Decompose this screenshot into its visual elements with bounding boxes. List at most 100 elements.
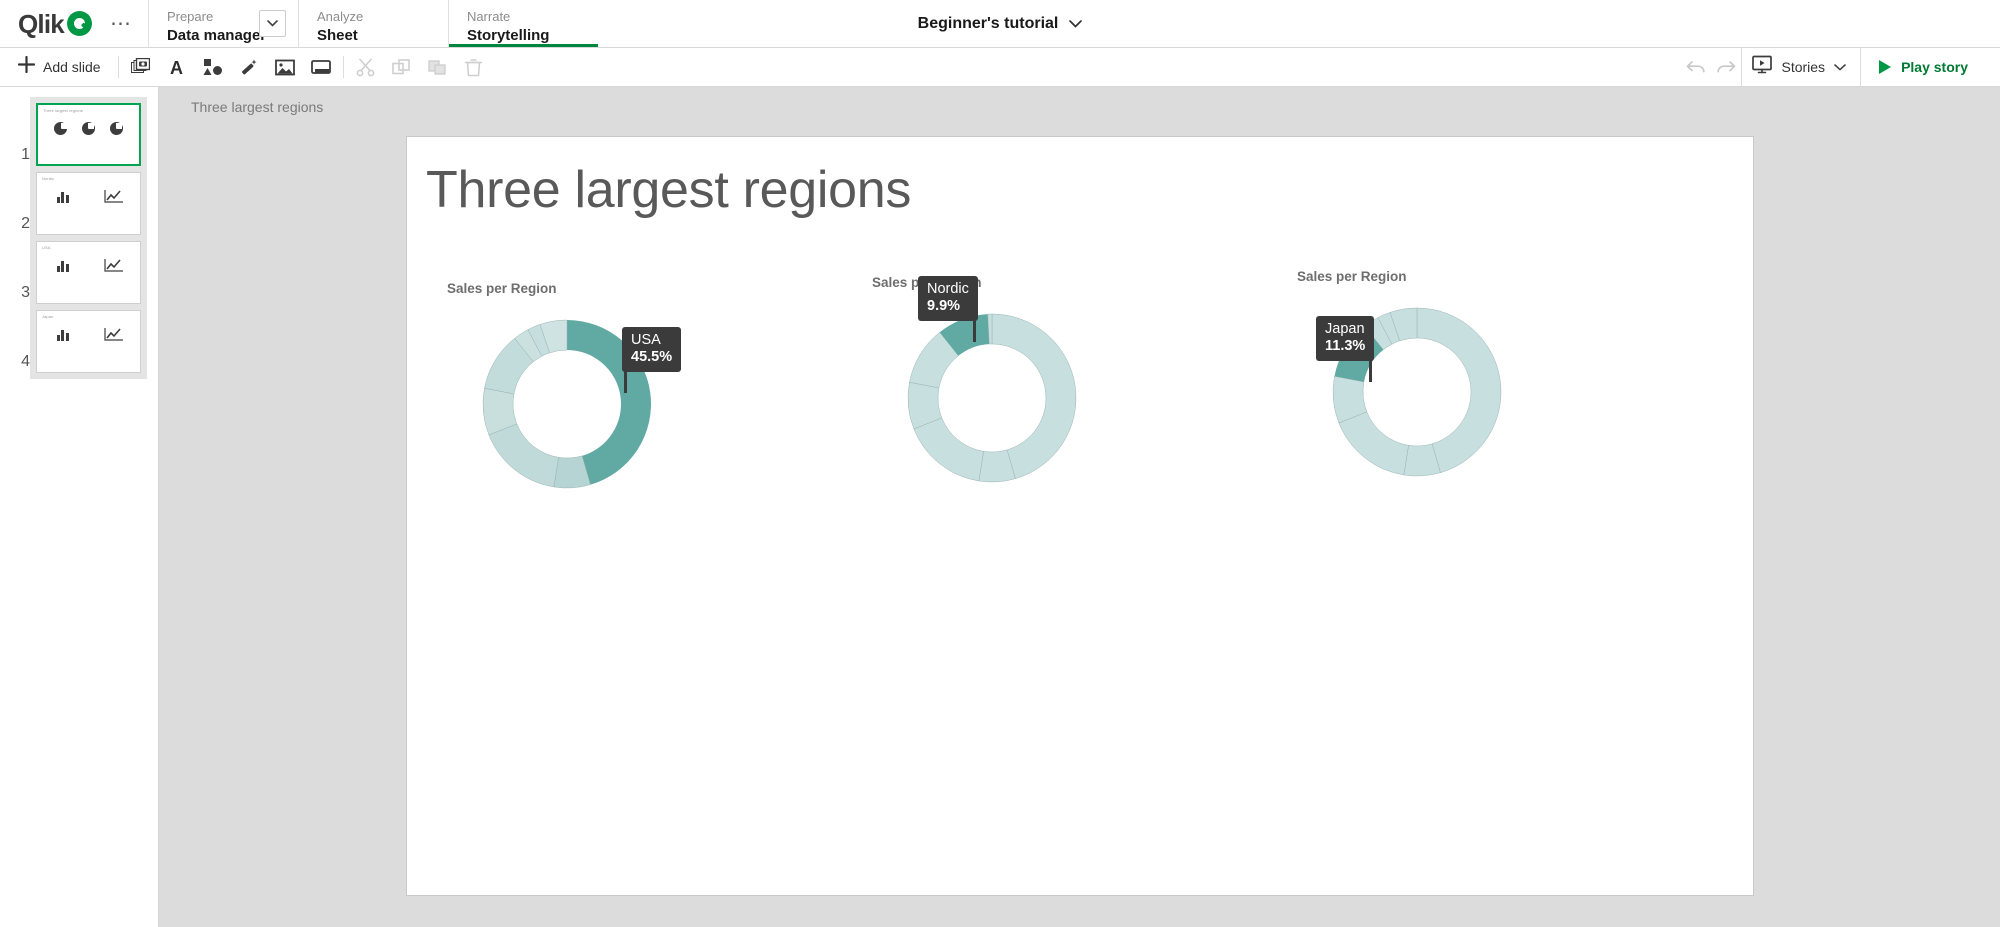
tooltip-japan: Japan 11.3% (1316, 316, 1375, 382)
plus-icon (17, 55, 36, 78)
tooltip-nordic: Nordic 9.9% (918, 276, 978, 342)
slide-number: 4 (21, 353, 30, 370)
nav-tab-analyze-kicker: Analyze (316, 9, 364, 24)
chevron-down-icon[interactable] (258, 10, 286, 37)
thumbnail-chart-row (37, 189, 140, 204)
slide-thumbnail[interactable]: Nordic (36, 172, 141, 235)
slide-thumbnail-title: USA (42, 245, 51, 250)
slide-list-item-2[interactable]: 2 Nordic (21, 172, 141, 235)
slide-thumbnail-title: Japan (42, 314, 54, 319)
toolbar-right-group: Stories Play story (1681, 47, 1986, 87)
page-title: Three largest regions (426, 161, 912, 219)
tooltip-stem (1369, 360, 1373, 382)
donut-chart-title: Sales per Region (1297, 269, 1407, 284)
insert-tools-group: A (128, 54, 334, 80)
tooltip-value: 9.9% (927, 298, 961, 314)
slide-canvas[interactable]: Three largest regions Sales per Region U… (406, 136, 1754, 896)
bar-chart-icon (37, 258, 89, 272)
app-title: Beginner's tutorial (917, 15, 1059, 32)
toolbar-divider (117, 56, 119, 78)
media-library-icon[interactable] (272, 54, 298, 80)
slide-thumbnail[interactable]: USA (36, 241, 141, 304)
ellipsis-icon[interactable]: ⋯ (104, 9, 138, 38)
stories-label: Stories (1781, 59, 1826, 75)
add-slide-button[interactable]: Add slide (10, 52, 109, 82)
donut-holder-usa: USA 45.5% (447, 304, 687, 504)
tooltip-label: Japan (1325, 321, 1365, 337)
tooltip-value: 45.5% (631, 349, 673, 365)
qlik-wordmark: Qlik (18, 8, 65, 39)
tooltip-label: Nordic (927, 281, 969, 297)
chevron-down-icon[interactable] (1834, 58, 1846, 76)
sheet-icon[interactable] (308, 54, 334, 80)
svg-text:A: A (170, 58, 183, 77)
chevron-down-icon[interactable] (1069, 15, 1083, 33)
donut-holder-japan: Japan 11.3% (1297, 292, 1537, 492)
play-story-label: Play story (1901, 59, 1968, 75)
app-title-menu[interactable]: Beginner's tutorial (918, 15, 1083, 33)
slide-thumbnail[interactable]: Three largest regions (36, 103, 141, 166)
pie-chart-icon (109, 122, 123, 135)
story-toolbar: Add slide A Stories Play story (0, 47, 2000, 87)
slide-list-item-3[interactable]: 3 USA (21, 241, 141, 304)
nav-tab-narrate[interactable]: Narrate Storytelling (447, 0, 598, 47)
slide-list-panel: 1 Three largest regions 2 Nordic 3 USA 4… (0, 87, 159, 927)
slide-list-item-4[interactable]: 4 Japan (21, 310, 141, 373)
workspace: 1 Three largest regions 2 Nordic 3 USA 4… (0, 87, 2000, 927)
donut-slice[interactable] (488, 423, 559, 488)
nav-tab-analyze[interactable]: Analyze Sheet (297, 0, 448, 47)
canvas-area: Three largest regions Three largest regi… (159, 87, 2000, 927)
donut-chart-usa[interactable]: Sales per Region USA 45.5% (447, 281, 687, 504)
donut-slice[interactable] (913, 417, 984, 482)
breadcrumb: Three largest regions (191, 99, 324, 115)
donut-slice[interactable] (1338, 411, 1409, 476)
slide-thumbnail[interactable]: Japan (36, 310, 141, 373)
tooltip-stem (972, 320, 976, 342)
nav-tab-narrate-kicker: Narrate (466, 9, 511, 24)
play-story-button[interactable]: Play story (1861, 48, 1986, 87)
nav-tab-analyze-title: Sheet (316, 27, 358, 44)
pie-chart-icon (81, 122, 95, 135)
copy-icon (389, 54, 415, 80)
snapshot-library-icon[interactable] (128, 54, 154, 80)
line-chart-icon (89, 189, 141, 204)
donut-arcs (907, 313, 1077, 483)
donut-svg-nordic (907, 313, 1077, 483)
tooltip-label: USA (631, 332, 661, 348)
slide-list-item-1[interactable]: 1 Three largest regions (21, 103, 141, 166)
slide-thumbnail-title: Three largest regions (43, 108, 83, 113)
tooltip-value: 11.3% (1325, 338, 1366, 354)
effects-icon[interactable] (236, 54, 262, 80)
donut-chart-title: Sales per Region (872, 275, 982, 290)
nav-tab-narrate-title: Storytelling (466, 27, 550, 44)
bar-chart-icon (37, 327, 89, 341)
cut-icon (353, 54, 379, 80)
donut-chart-nordic[interactable]: Sales per Region Nordic 9.9% (872, 275, 1112, 498)
donut-holder-nordic: Nordic 9.9% (872, 276, 1112, 498)
slide-number: 2 (21, 215, 30, 232)
line-chart-icon (89, 327, 141, 342)
donut-chart-title: Sales per Region (447, 281, 557, 296)
play-icon (1879, 60, 1892, 74)
tooltip-usa: USA 45.5% (622, 327, 682, 393)
pie-chart-icon (54, 122, 68, 135)
qlik-logo[interactable]: Qlik (18, 11, 92, 37)
nav-tab-prepare[interactable]: Prepare Data manager (147, 0, 298, 47)
thumbnail-chart-row (37, 327, 140, 342)
slide-number: 1 (21, 146, 30, 163)
delete-icon (461, 54, 487, 80)
toolbar-divider-2 (342, 56, 344, 78)
donut-chart-japan[interactable]: Sales per Region Japan 11.3% (1297, 269, 1537, 492)
stories-icon (1752, 55, 1773, 79)
shapes-icon[interactable] (200, 54, 226, 80)
thumbnail-donut-row (38, 122, 139, 135)
redo-icon[interactable] (1711, 54, 1741, 80)
text-object-icon[interactable]: A (164, 54, 190, 80)
stories-button[interactable]: Stories (1741, 47, 1862, 87)
line-chart-icon (89, 258, 141, 273)
edit-tools-group (353, 54, 487, 80)
slide-thumbnail-title: Nordic (42, 176, 55, 181)
slide-track: 1 Three largest regions 2 Nordic 3 USA 4… (21, 97, 147, 379)
thumbnail-chart-row (37, 258, 140, 273)
undo-icon[interactable] (1681, 54, 1711, 80)
